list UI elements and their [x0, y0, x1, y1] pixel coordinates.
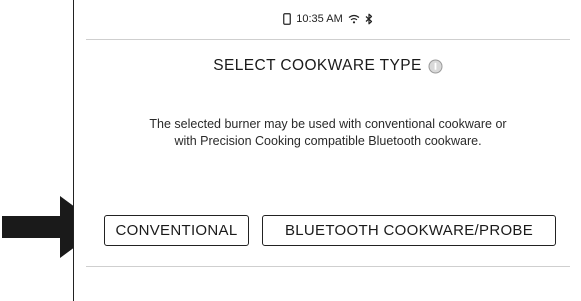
- description-text: The selected burner may be used with con…: [149, 117, 507, 148]
- info-icon[interactable]: [428, 59, 443, 74]
- bluetooth-icon: [365, 13, 373, 25]
- page-title: SELECT COOKWARE TYPE: [213, 57, 422, 74]
- bottom-divider: [86, 266, 570, 267]
- conventional-button[interactable]: CONVENTIONAL: [104, 215, 249, 246]
- status-bar: 10:35 AM: [74, 0, 581, 38]
- status-time: 10:35 AM: [296, 13, 343, 25]
- phone-icon: [283, 13, 292, 25]
- title-row: SELECT COOKWARE TYPE: [74, 55, 581, 77]
- wifi-icon: [348, 14, 360, 24]
- control-screen: 10:35 AM SELECT COOKWARE TYPE The select…: [73, 0, 581, 301]
- top-divider: [86, 39, 570, 40]
- bluetooth-cookware-probe-button[interactable]: BLUETOOTH COOKWARE/PROBE: [262, 215, 556, 246]
